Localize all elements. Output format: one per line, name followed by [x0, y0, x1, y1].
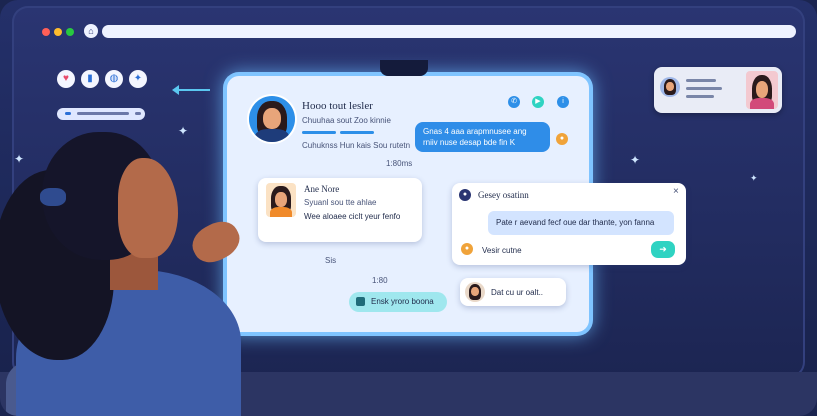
profile-avatar[interactable] [249, 96, 295, 142]
contact-message: Wee aloaee ciclt yeur fenfo [304, 212, 401, 221]
contact-name: Ane Nore [304, 184, 340, 194]
sender-avatar-icon: ● [556, 133, 568, 145]
notification-card[interactable] [654, 67, 782, 113]
send-button[interactable]: ➜ [651, 241, 675, 258]
notification-avatar [660, 77, 680, 97]
timestamp: 1:80ms [386, 159, 413, 168]
home-icon[interactable]: ⌂ [84, 24, 98, 38]
close-window-button[interactable] [42, 28, 50, 36]
chat-subtitle: Chuuhaa sout Zoo kinnie [302, 116, 391, 125]
info-icon[interactable]: i [557, 96, 569, 108]
chat-icon [356, 297, 365, 306]
popup-title: Gesey osatinn [478, 190, 529, 200]
reply-bubble-avatar [465, 282, 485, 302]
sparkle-decoration: ✦ [750, 173, 758, 183]
popup-message: Pate r aevand fecf oue dar thante, yon f… [488, 211, 674, 235]
maximize-window-button[interactable] [66, 28, 74, 36]
browser-toolbar: ⌂ [36, 22, 796, 44]
status-pill [57, 108, 145, 120]
text-line [686, 79, 716, 82]
reply-avatar-icon: ● [461, 243, 473, 255]
video-icon[interactable]: ▶ [532, 96, 544, 108]
progress-bar [340, 131, 374, 134]
sparkle-decoration: ✦ [630, 153, 641, 167]
contact-avatar [266, 183, 296, 217]
close-icon[interactable]: × [673, 186, 679, 197]
reply-input[interactable]: Vesir cutne [482, 245, 522, 256]
small-timestamp: 1:80 [372, 276, 388, 285]
minimize-window-button[interactable] [54, 28, 62, 36]
action-pill-label: Ensk yroro boona [371, 297, 434, 306]
contact-meta: Syuanl sou tte ahlae [304, 198, 377, 207]
text-line [686, 87, 722, 90]
scene: ⌂ ♥ ▮ ◍ ✦ ✦ ✦ ✦ ✦ Hooo tout lesler Chuuh… [0, 0, 817, 416]
popup-avatar-icon: ● [459, 189, 471, 201]
sparkle-decoration: ✦ [178, 124, 189, 138]
chat-title: Hooo tout lesler [302, 100, 373, 112]
address-bar[interactable] [102, 25, 796, 38]
small-marker: Sis [325, 256, 337, 265]
sparkle-decoration: ✦ [14, 152, 25, 166]
text-line [686, 95, 714, 98]
arrow-head-icon [172, 85, 179, 95]
chart-icon[interactable]: ▮ [81, 70, 99, 88]
heart-icon[interactable]: ♥ [57, 70, 75, 88]
hair-tie [40, 188, 66, 206]
sparkle-icon[interactable]: ✦ [129, 70, 147, 88]
outgoing-message: Gnas 4 aaa arapmnusee ang rniiv nuse des… [415, 122, 550, 152]
chat-status: Cuhuknss Hun kais Sou rutetn [302, 141, 411, 150]
reply-bubble-text: Dat cu ur oalt.. [491, 288, 544, 297]
progress-bar [302, 131, 336, 134]
camera-notch [380, 60, 428, 76]
call-icon[interactable]: ✆ [508, 96, 520, 108]
action-pill[interactable]: Ensk yroro boona [349, 292, 447, 312]
notification-photo [746, 71, 778, 109]
globe-icon[interactable]: ◍ [105, 70, 123, 88]
arrow-decoration [176, 89, 210, 91]
